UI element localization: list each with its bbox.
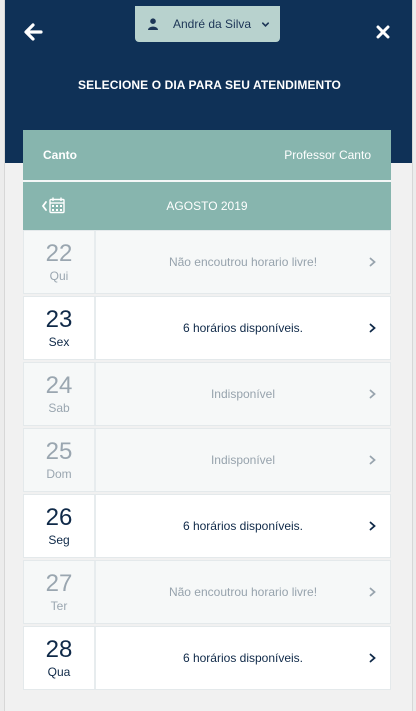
day-date: 27 Ter — [24, 561, 96, 623]
day-status-text: Não encoutrou horario livre! — [168, 255, 318, 269]
close-icon[interactable] — [373, 22, 393, 42]
day-status-text: 6 horários disponíveis. — [182, 321, 304, 335]
day-row[interactable]: 28 Qua 6 horários disponíveis. — [23, 626, 391, 690]
day-weekday: Seg — [48, 533, 70, 547]
user-menu-button[interactable]: André da Silva — [135, 6, 280, 42]
day-number: 24 — [45, 372, 73, 399]
day-date: 22 Qui — [24, 231, 96, 293]
day-date: 26 Seg — [24, 495, 96, 557]
app-frame: André da Silva SELECIONE O DIA PARA SEU … — [4, 0, 413, 711]
day-date: 24 Sab — [24, 363, 96, 425]
prev-month-calendar-icon[interactable] — [41, 197, 69, 215]
day-list: 22 Qui Não encoutrou horario livre! 23 Sex 6 … — [23, 230, 391, 690]
chevron-right-icon — [369, 323, 376, 333]
day-status: Indisponível — [96, 363, 390, 425]
day-status: Não encoutrou horario livre! — [96, 231, 390, 293]
day-row[interactable]: 24 Sab Indisponível — [23, 362, 391, 426]
day-row[interactable]: 22 Qui Não encoutrou horario livre! — [23, 230, 391, 294]
chevron-right-icon — [369, 389, 376, 399]
day-status-text: 6 horários disponíveis. — [182, 651, 304, 665]
user-name: André da Silva — [173, 17, 252, 31]
day-status: Não encoutrou horario livre! — [96, 561, 390, 623]
day-number: 27 — [45, 570, 73, 597]
day-weekday: Ter — [50, 599, 68, 613]
day-row[interactable]: 27 Ter Não encoutrou horario livre! — [23, 560, 391, 624]
day-number: 22 — [45, 240, 73, 267]
day-status: 6 horários disponíveis. — [96, 627, 390, 689]
page-title: SELECIONE O DIA PARA SEU ATENDIMENTO — [78, 78, 341, 92]
day-status: 6 horários disponíveis. — [96, 495, 390, 557]
day-number: 26 — [45, 504, 73, 531]
day-status-text: Não encoutrou horario livre! — [168, 585, 318, 599]
day-row[interactable]: 26 Seg 6 horários disponíveis. — [23, 494, 391, 558]
service-bar: Canto Professor Canto — [23, 130, 391, 180]
back-arrow-icon[interactable] — [21, 20, 45, 44]
user-icon — [148, 18, 158, 30]
month-bar: AGOSTO 2019 — [23, 182, 391, 230]
day-status: Indisponível — [96, 429, 390, 491]
day-row[interactable]: 23 Sex 6 horários disponíveis. — [23, 296, 391, 360]
day-number: 28 — [45, 636, 73, 663]
service-name: Canto — [43, 148, 77, 162]
day-weekday: Dom — [46, 467, 72, 481]
day-date: 23 Sex — [24, 297, 96, 359]
professional-name: Professor Canto — [284, 148, 371, 162]
day-weekday: Qua — [47, 665, 71, 679]
day-weekday: Sab — [48, 401, 70, 415]
schedule-card: Canto Professor Canto AGOSTO 2019 22 Qui N… — [23, 130, 391, 692]
day-status-text: Indisponível — [210, 387, 276, 401]
day-weekday: Sex — [48, 335, 70, 349]
day-row[interactable]: 25 Dom Indisponível — [23, 428, 391, 492]
chevron-right-icon — [369, 653, 376, 663]
day-number: 25 — [45, 438, 73, 465]
chevron-right-icon — [369, 257, 376, 267]
day-date: 28 Qua — [24, 627, 96, 689]
day-date: 25 Dom — [24, 429, 96, 491]
day-number: 23 — [45, 306, 73, 333]
day-status: 6 horários disponíveis. — [96, 297, 390, 359]
chevron-right-icon — [369, 521, 376, 531]
day-status-text: 6 horários disponíveis. — [182, 519, 304, 533]
day-status-text: Indisponível — [210, 453, 276, 467]
chevron-right-icon — [369, 455, 376, 465]
chevron-down-icon — [262, 21, 270, 27]
chevron-right-icon — [369, 587, 376, 597]
day-weekday: Qui — [49, 269, 69, 283]
month-label: AGOSTO 2019 — [166, 199, 248, 213]
